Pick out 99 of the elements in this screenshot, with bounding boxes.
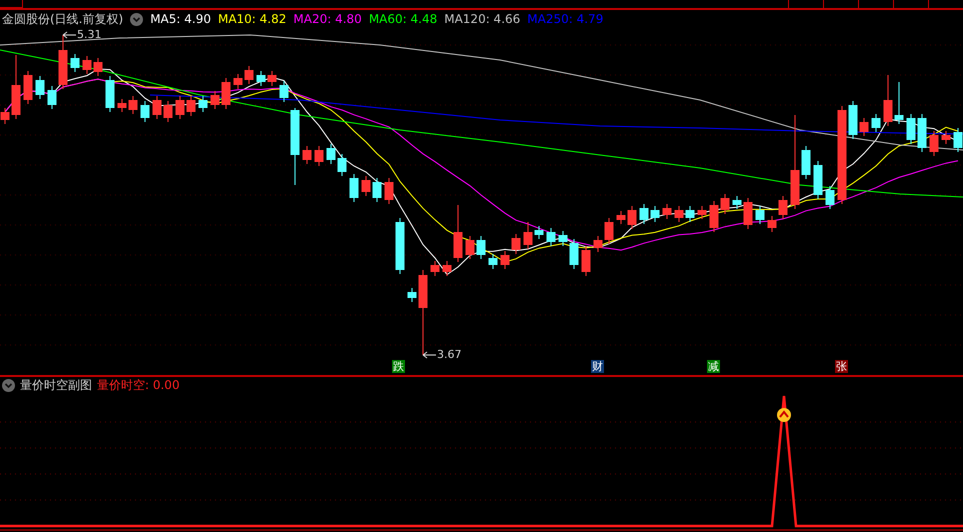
candlestick — [94, 58, 102, 76]
candlestick — [176, 96, 184, 120]
candlestick — [302, 146, 312, 164]
event-marker: 财 — [591, 360, 604, 373]
candlestick — [848, 100, 858, 140]
candlestick — [756, 206, 764, 224]
candlestick — [268, 70, 276, 86]
candlestick — [430, 260, 440, 276]
candlestick — [36, 76, 44, 100]
event-marker: 张 — [835, 360, 848, 373]
candlestick — [222, 78, 230, 110]
candlestick — [24, 70, 32, 104]
moving-average-value: MA60: 4.48 — [368, 12, 438, 26]
moving-average-value: MA20: 4.80 — [293, 12, 362, 26]
candlestick — [744, 198, 752, 230]
candlestick — [558, 230, 568, 246]
candlestick — [256, 70, 266, 86]
candlestick — [954, 128, 962, 152]
dropdown-icon[interactable] — [2, 378, 15, 392]
candlestick — [534, 226, 544, 240]
candlestick — [594, 236, 602, 252]
high-price-label: 5.31 — [77, 28, 102, 41]
candlestick — [500, 250, 510, 270]
candlestick — [106, 76, 114, 112]
candlestick — [466, 236, 474, 260]
candlestick — [640, 204, 648, 224]
candlestick — [48, 86, 56, 110]
leader-line — [62, 32, 76, 38]
candlestick — [524, 222, 532, 250]
candlestick — [280, 80, 288, 102]
candlestick — [616, 210, 626, 224]
candlestick — [650, 206, 660, 222]
candlestick — [732, 196, 742, 210]
indicator-value: 量价时空: 0.00 — [97, 376, 180, 394]
candlestick — [186, 96, 196, 116]
candlestick — [454, 204, 462, 262]
candlestick — [512, 234, 520, 254]
moving-average-value: MA10: 4.82 — [218, 12, 286, 26]
event-marker: 减 — [707, 360, 720, 373]
candlestick — [476, 236, 486, 260]
moving-average-value: MA120: 4.66 — [444, 12, 520, 26]
candlestick — [686, 206, 694, 222]
candlestick — [384, 178, 394, 204]
candlestick — [70, 54, 80, 72]
candlestick — [768, 216, 776, 232]
candlestick — [58, 34, 68, 90]
low-price-label: 3.67 — [437, 348, 462, 361]
candlestick — [164, 100, 172, 122]
candlestick — [362, 176, 370, 196]
candlestick — [442, 260, 452, 276]
candlestick — [314, 146, 324, 166]
candlestick — [860, 118, 868, 136]
candlestick — [546, 228, 556, 246]
candlestick — [234, 74, 242, 90]
candlestick — [778, 196, 788, 220]
candlestick — [128, 96, 138, 114]
candlestick — [408, 288, 416, 302]
stock-title: 金圆股份(日线.前复权) — [2, 10, 124, 28]
candlestick — [906, 114, 916, 144]
candlestick — [338, 154, 346, 176]
candlestick — [872, 114, 880, 132]
candlestick — [582, 246, 590, 276]
candlestick — [396, 218, 404, 274]
candlestick — [698, 206, 706, 220]
moving-average-value: MA5: 4.90 — [150, 12, 211, 26]
candlestick — [118, 98, 126, 112]
candlestick — [570, 238, 578, 270]
candlestick — [350, 174, 358, 202]
indicator-title: 量价时空副图 — [20, 376, 92, 394]
candlestick — [604, 218, 614, 244]
candlestick — [82, 56, 92, 74]
candlestick — [884, 74, 892, 126]
candlestick — [894, 82, 904, 124]
moving-average-value: MA250: 4.79 — [527, 12, 604, 26]
candlestick — [198, 96, 208, 112]
candlestick — [140, 100, 150, 122]
candlestick — [0, 108, 10, 124]
candlestick — [814, 160, 822, 200]
candlestick — [372, 178, 382, 202]
up-chevron-icon — [777, 408, 791, 422]
candlestick — [710, 200, 718, 232]
candlestick — [942, 130, 950, 144]
candlestick — [720, 194, 730, 214]
candlestick — [326, 144, 336, 164]
candlestick — [802, 146, 810, 180]
candlestick — [930, 130, 938, 156]
candlestick — [244, 66, 254, 84]
candlestick — [674, 206, 684, 222]
candlestick — [662, 204, 672, 220]
dropdown-icon[interactable] — [130, 12, 144, 26]
leader-line — [422, 352, 436, 358]
candlestick — [918, 114, 926, 152]
candlestick — [210, 90, 220, 110]
candlestick — [12, 54, 20, 120]
candlestick — [152, 96, 162, 120]
candlestick — [826, 186, 834, 210]
candlestick — [628, 206, 636, 230]
event-marker: 跌 — [392, 360, 405, 373]
candlestick — [488, 254, 498, 270]
